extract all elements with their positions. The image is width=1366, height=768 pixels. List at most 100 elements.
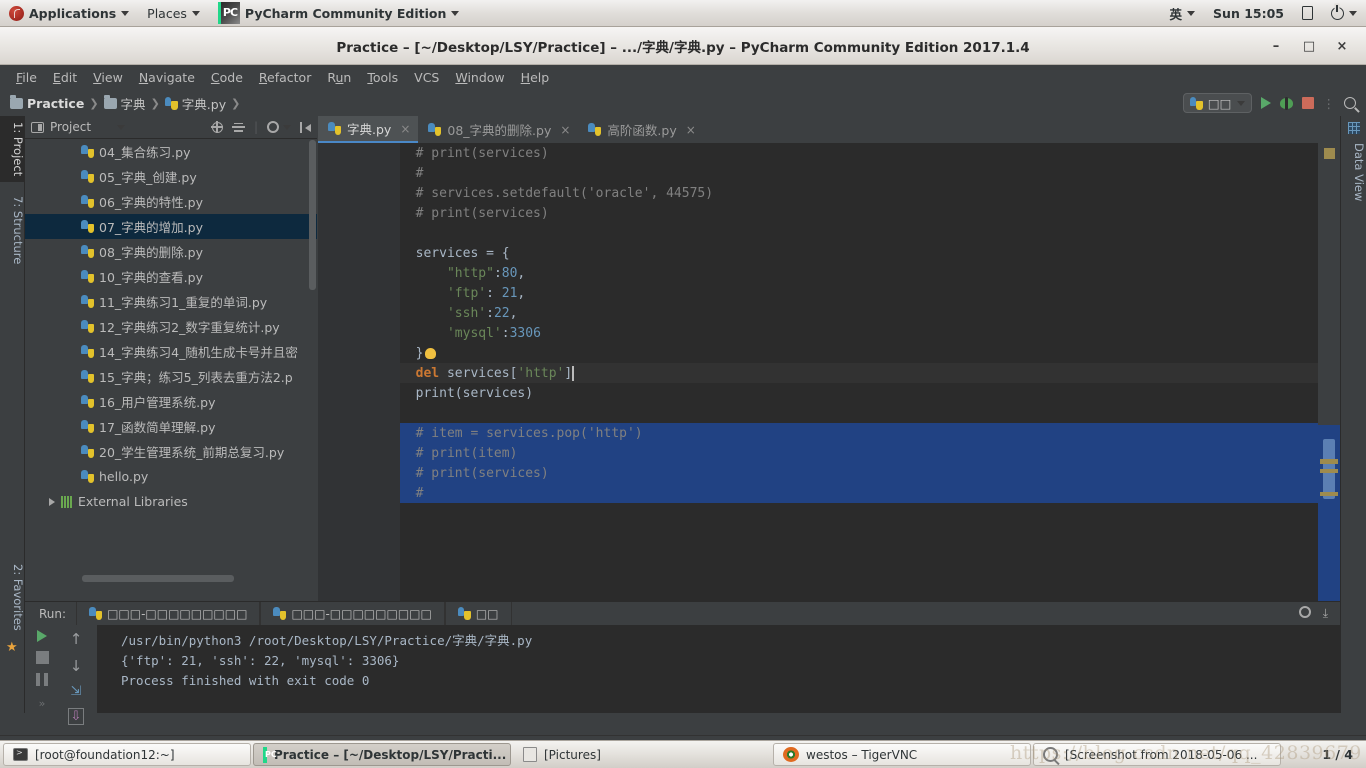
close-tab-icon[interactable]: ×	[560, 123, 570, 137]
intention-bulb-icon[interactable]	[425, 347, 437, 359]
expand-arrow-icon[interactable]	[49, 497, 55, 506]
menu-vcs[interactable]: VCS	[406, 67, 447, 88]
scroll-to-end-icon[interactable]: ⇩	[67, 708, 85, 725]
editor-code-area[interactable]: 155 # print(services)156 #157 # services…	[400, 143, 1318, 601]
taskbar-item-vnc[interactable]: westos – TigerVNC	[773, 743, 1031, 766]
menu-edit[interactable]: Edit	[45, 67, 85, 88]
code-line[interactable]: 172 #	[400, 483, 1318, 503]
code-line[interactable]: 162 'ftp': 21,	[400, 283, 1318, 303]
breadcrumb-item-folder[interactable]: 字典	[103, 94, 146, 113]
tree-item-file[interactable]: 05_字典_创建.py	[25, 164, 317, 189]
menu-refactor[interactable]: Refactor	[251, 67, 319, 88]
rerun-button[interactable]	[37, 630, 47, 642]
chevron-down-icon[interactable]	[283, 124, 291, 130]
editor-tab[interactable]: 高阶函数.py ×	[578, 116, 703, 143]
tree-item-file[interactable]: 11_字典练习1_重复的单词.py	[25, 289, 317, 314]
menu-file[interactable]: File	[8, 67, 45, 88]
stripe-marker[interactable]	[1320, 459, 1338, 464]
code-line[interactable]: 168	[400, 403, 1318, 423]
code-line[interactable]: 155 # print(services)	[400, 143, 1318, 163]
close-button[interactable]: ×	[1334, 39, 1350, 54]
hide-run-window-icon[interactable]: ⤓	[1323, 606, 1328, 621]
notifications-button[interactable]	[1293, 0, 1322, 27]
close-tab-icon[interactable]: ×	[686, 123, 696, 137]
gear-icon[interactable]	[1298, 606, 1311, 618]
stripe-marker[interactable]	[1324, 148, 1335, 159]
tree-item-file[interactable]: 10_字典的查看.py	[25, 264, 317, 289]
stop-process-button[interactable]	[35, 651, 49, 664]
tree-item-file[interactable]: 20_学生管理系统_前期总复习.py	[25, 439, 317, 464]
sidebar-item-data-view[interactable]: Data View	[1341, 137, 1366, 207]
gear-icon[interactable]	[267, 121, 279, 133]
code-line[interactable]: 164 'mysql':3306	[400, 323, 1318, 343]
search-everywhere-icon[interactable]	[1344, 97, 1356, 109]
sidebar-item-project[interactable]: 1: Project	[0, 116, 25, 183]
run-tab[interactable]: □□□-□□□□□□□□□	[260, 602, 445, 625]
tree-item-file[interactable]: 16_用户管理系统.py	[25, 389, 317, 414]
editor-error-stripe[interactable]	[1318, 143, 1340, 601]
minimize-button[interactable]: –	[1268, 39, 1284, 54]
run-configuration-selector[interactable]: □□	[1182, 93, 1252, 113]
tree-item-external-libraries[interactable]: External Libraries	[25, 489, 317, 514]
tree-item-file[interactable]: 14_字典练习4_随机生成卡号并且密	[25, 339, 317, 364]
workspace-page-indicator[interactable]: 1 / 4	[1322, 747, 1363, 762]
collapse-all-icon[interactable]	[231, 122, 245, 133]
up-arrow-icon[interactable]: ↑	[70, 630, 83, 648]
code-line[interactable]: 166 del services['http']	[400, 363, 1318, 383]
tree-item-file[interactable]: 04_集合练习.py	[25, 139, 317, 164]
applications-menu[interactable]: Applications	[0, 0, 138, 27]
clock[interactable]: Sun 15:05	[1204, 0, 1293, 27]
active-app-menu[interactable]: PC PyCharm Community Edition	[209, 0, 468, 27]
more-actions-icon[interactable]: »	[39, 697, 46, 710]
menu-view[interactable]: View	[85, 67, 131, 88]
hide-panel-icon[interactable]	[300, 121, 311, 133]
run-console-output[interactable]: /usr/bin/python3 /root/Desktop/LSY/Pract…	[97, 625, 1340, 713]
breadcrumb-item-file[interactable]: 字典.py	[164, 94, 226, 113]
stop-button[interactable]	[1301, 97, 1314, 109]
stripe-marker[interactable]	[1320, 492, 1338, 496]
tree-item-file[interactable]: 06_字典的特性.py	[25, 189, 317, 214]
editor-gutter[interactable]	[318, 143, 400, 601]
taskbar-item-pycharm[interactable]: PC Practice – [~/Desktop/LSY/Practi...	[253, 743, 511, 766]
tree-item-file[interactable]: 07_字典的增加.py	[25, 214, 317, 239]
taskbar-item-terminal[interactable]: [root@foundation12:~]	[3, 743, 251, 766]
code-line[interactable]: 171 # print(services)	[400, 463, 1318, 483]
code-editor[interactable]: 155 # print(services)156 #157 # services…	[318, 143, 1340, 601]
places-menu[interactable]: Places	[138, 0, 209, 27]
close-tab-icon[interactable]: ×	[400, 122, 410, 136]
project-horizontal-scrollbar[interactable]	[82, 575, 234, 582]
code-line[interactable]: 167 print(services)	[400, 383, 1318, 403]
code-line[interactable]: 169⊟ # item = services.pop('http')	[400, 423, 1318, 443]
code-line[interactable]: 165⌐ }	[400, 343, 1318, 363]
sidebar-item-structure[interactable]: 7: Structure	[0, 190, 25, 270]
maximize-button[interactable]: □	[1301, 39, 1317, 54]
menu-run[interactable]: Run	[319, 67, 359, 88]
project-tree[interactable]: 04_集合练习.py 05_字典_创建.py 06_字典的特性.py 07_字典的增加…	[25, 139, 317, 579]
editor-tab[interactable]: 字典.py ×	[318, 116, 419, 143]
code-line[interactable]: 160⊟ services = {	[400, 243, 1318, 263]
sidebar-item-favorites[interactable]: 2: Favorites	[0, 558, 25, 637]
menu-navigate[interactable]: Navigate	[131, 67, 203, 88]
menu-help[interactable]: Help	[513, 67, 558, 88]
run-tab[interactable]: □□	[444, 602, 512, 625]
tree-item-file[interactable]: 17_函数简单理解.py	[25, 414, 317, 439]
code-line[interactable]: 170 # print(item)	[400, 443, 1318, 463]
run-button[interactable]	[1260, 97, 1271, 109]
code-line[interactable]: 158⌐ # print(services)	[400, 203, 1318, 223]
scroll-from-source-icon[interactable]	[210, 120, 223, 133]
tree-item-file[interactable]: hello.py	[25, 464, 317, 489]
soft-wrap-icon[interactable]: ⇲	[71, 684, 82, 699]
chevron-down-icon[interactable]	[117, 124, 126, 130]
down-arrow-icon[interactable]: ↓	[70, 657, 83, 675]
stripe-marker[interactable]	[1320, 469, 1338, 473]
code-line[interactable]: 157 # services.setdefault('oracle', 4457…	[400, 183, 1318, 203]
pause-output-button[interactable]	[36, 673, 48, 686]
taskbar-item-screenshot[interactable]: [Screenshot from 2018-05-06 ...	[1033, 743, 1281, 766]
tree-item-file[interactable]: 15_字典；练习5_列表去重方法2.p	[25, 364, 317, 389]
menu-window[interactable]: Window	[447, 67, 512, 88]
project-vertical-scrollbar[interactable]	[309, 140, 316, 570]
code-line[interactable]: 159	[400, 223, 1318, 243]
code-line[interactable]: 156 #	[400, 163, 1318, 183]
debug-button[interactable]	[1279, 96, 1293, 110]
breadcrumb-item-project[interactable]: Practice	[10, 94, 84, 111]
